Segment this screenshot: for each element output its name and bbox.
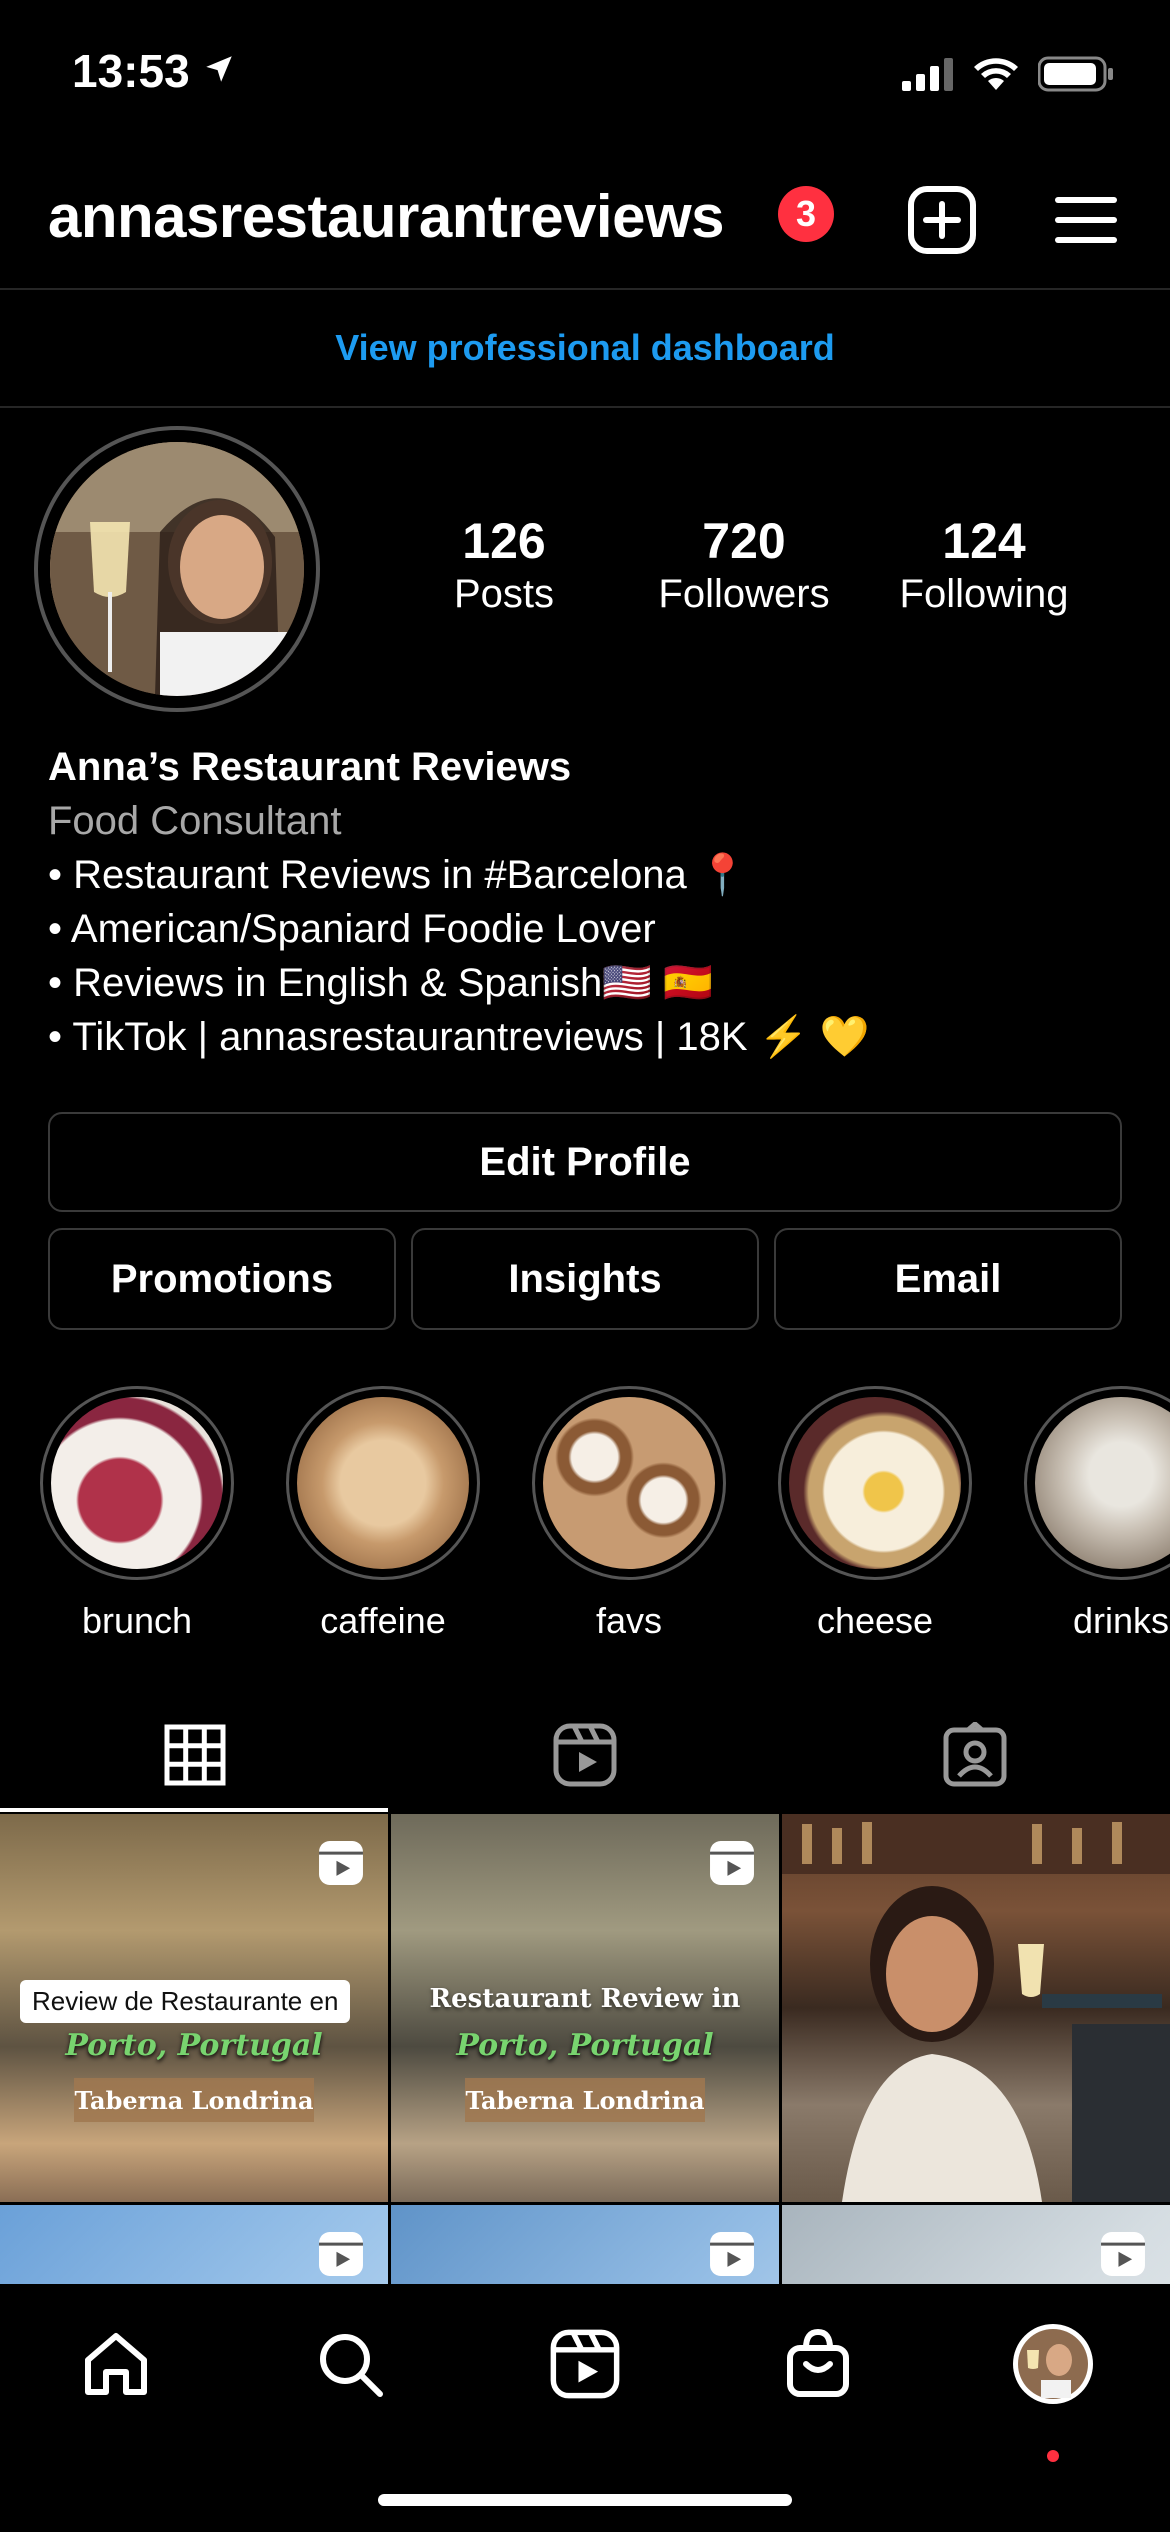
- highlight-cover: [297, 1397, 469, 1569]
- followers-stat[interactable]: 720 Followers: [634, 512, 854, 617]
- profile-avatar-icon: [1013, 2324, 1093, 2404]
- post-thumbnail[interactable]: [782, 1814, 1170, 2202]
- posts-grid: Review de Restaurante en Porto, Portugal…: [0, 1814, 1170, 2284]
- status-bar: 13:53: [0, 0, 1170, 150]
- tab-reels[interactable]: [390, 1700, 780, 1810]
- reels-icon: [319, 2232, 363, 2276]
- home-indicator: [378, 2494, 792, 2506]
- following-stat[interactable]: 124 Following: [874, 512, 1094, 617]
- reels-icon: [710, 1841, 754, 1885]
- post-photo: [782, 1814, 1170, 2202]
- profile-tabs: [0, 1700, 1170, 1812]
- highlight-caffeine[interactable]: caffeine: [286, 1386, 480, 1642]
- nav-shop[interactable]: [758, 2304, 878, 2424]
- posts-stat[interactable]: 126 Posts: [394, 512, 614, 617]
- reels-icon: [319, 1841, 363, 1885]
- posts-count: 126: [462, 513, 546, 569]
- highlight-label: drinks: [1072, 1600, 1170, 1641]
- profile-bio: Anna’s Restaurant Reviews Food Consultan…: [48, 740, 1128, 1064]
- menu-icon: [1055, 197, 1117, 243]
- insights-button[interactable]: Insights: [411, 1228, 759, 1330]
- highlight-cover: [543, 1397, 715, 1569]
- highlight-ring: [1024, 1386, 1170, 1580]
- post-thumbnail[interactable]: [0, 2205, 388, 2284]
- menu-button[interactable]: [1046, 180, 1126, 260]
- bio-line: • Restaurant Reviews in #Barcelona 📍: [48, 853, 748, 897]
- email-button[interactable]: Email: [774, 1228, 1122, 1330]
- battery-icon: [1038, 56, 1113, 92]
- following-label: Following: [899, 572, 1069, 616]
- post-caption-location: Porto, Portugal: [65, 2028, 323, 2063]
- highlight-ring: [778, 1386, 972, 1580]
- wifi-icon: [974, 58, 1018, 90]
- active-tab-indicator: [0, 1808, 388, 1812]
- highlight-cheese[interactable]: cheese: [778, 1386, 972, 1642]
- highlight-label: cheese: [816, 1600, 934, 1641]
- promotions-button[interactable]: Promotions: [48, 1228, 396, 1330]
- followers-count: 720: [702, 513, 786, 569]
- highlight-label: caffeine: [320, 1600, 446, 1641]
- tab-grid[interactable]: [0, 1700, 390, 1812]
- bottom-navigation: [0, 2284, 1170, 2532]
- post-caption-tag: Taberna Londrina: [74, 2078, 314, 2122]
- highlight-cover: [51, 1397, 223, 1569]
- nav-search[interactable]: [290, 2304, 410, 2424]
- create-button[interactable]: [902, 180, 982, 260]
- display-name: Anna’s Restaurant Reviews: [48, 745, 572, 789]
- search-icon: [320, 2334, 383, 2397]
- tab-tagged[interactable]: [780, 1700, 1170, 1810]
- shopping-bag-icon: [787, 2328, 849, 2397]
- highlight-brunch[interactable]: brunch: [40, 1386, 234, 1642]
- edit-profile-button[interactable]: Edit Profile: [48, 1112, 1122, 1212]
- posts-label: Posts: [453, 572, 555, 616]
- bio-line: • American/Spaniard Foodie Lover: [48, 907, 656, 951]
- username[interactable]: annasrestaurantreviews: [48, 182, 725, 251]
- highlight-favs[interactable]: favs: [532, 1386, 726, 1642]
- profile-notification-dot: [1047, 2450, 1059, 2462]
- highlight-cover: [789, 1397, 961, 1569]
- profile-header: annasrestaurantreviews 3: [0, 160, 1170, 290]
- tagged-icon: [943, 1722, 1007, 1787]
- nav-reels[interactable]: [525, 2304, 645, 2424]
- post-thumbnail[interactable]: [782, 2205, 1170, 2284]
- avatar-photo: [50, 442, 304, 696]
- notification-badge[interactable]: 3: [778, 186, 834, 242]
- highlight-label: favs: [595, 1600, 663, 1641]
- grid-icon: [164, 1724, 226, 1786]
- reels-icon: [1101, 2232, 1145, 2276]
- home-icon: [85, 2333, 147, 2395]
- location-arrow-icon: [206, 56, 232, 82]
- highlight-ring: [532, 1386, 726, 1580]
- post-caption-tag: Taberna Londrina: [465, 2078, 705, 2122]
- signal-icon: [902, 58, 953, 91]
- nav-profile[interactable]: [993, 2304, 1113, 2424]
- reels-icon: [553, 1723, 617, 1787]
- profile-avatar[interactable]: [34, 426, 320, 712]
- bio-line: • TikTok | annasrestaurantreviews | 18K …: [48, 1015, 870, 1059]
- followers-label: Followers: [658, 572, 830, 616]
- post-thumbnail[interactable]: [391, 2205, 779, 2284]
- professional-dashboard-link[interactable]: View professional dashboard: [0, 290, 1170, 408]
- highlight-cover: [1035, 1397, 1170, 1569]
- highlight-ring: [40, 1386, 234, 1580]
- following-count: 124: [942, 513, 1026, 569]
- status-time: 13:53: [72, 45, 190, 97]
- plus-square-icon: [908, 186, 976, 254]
- reels-icon: [550, 2329, 620, 2399]
- post-caption: Review de Restaurante en: [20, 1980, 351, 2023]
- post-thumbnail[interactable]: Review de Restaurante en Porto, Portugal…: [0, 1814, 388, 2202]
- status-icons: [902, 56, 1114, 92]
- highlight-drinks[interactable]: drinks: [1024, 1386, 1170, 1642]
- reels-icon: [710, 2232, 754, 2276]
- post-thumbnail[interactable]: Restaurant Review in Porto, Portugal Tab…: [391, 1814, 779, 2202]
- post-caption-location: Porto, Portugal: [456, 2028, 714, 2063]
- bio-line: • Reviews in English & Spanish🇺🇸 🇪🇸: [48, 961, 713, 1005]
- highlight-label: brunch: [81, 1600, 193, 1641]
- category-label: Food Consultant: [48, 799, 342, 843]
- post-caption: Restaurant Review in: [429, 1984, 741, 2014]
- highlight-ring: [286, 1386, 480, 1580]
- nav-home[interactable]: [56, 2304, 176, 2424]
